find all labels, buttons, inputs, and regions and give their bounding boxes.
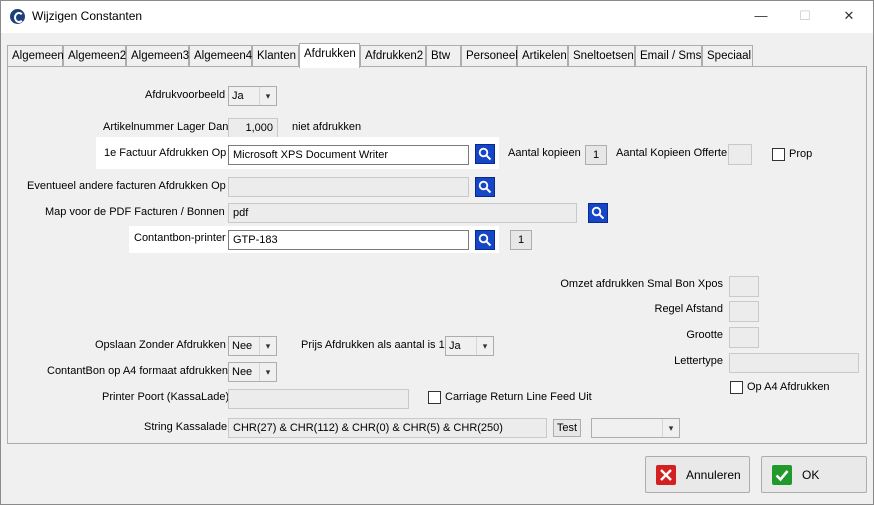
op-a4-checkbox[interactable] [730, 381, 743, 394]
search-icon [591, 206, 605, 220]
opslaan-label: Opslaan Zonder Afdrukken [95, 339, 226, 351]
artikelnummer-suffix: niet afdrukken [292, 121, 362, 133]
lettertype-label: Lettertype [674, 355, 723, 367]
artikelnummer-field[interactable]: 1,000 [228, 118, 278, 138]
grootte-field[interactable] [729, 327, 759, 348]
tab-algemeen[interactable]: Algemeen [7, 45, 64, 66]
regel-afstand-label: Regel Afstand [654, 303, 724, 315]
prijs-value: Ja [449, 340, 461, 352]
chevron-down-icon: ▾ [662, 419, 679, 437]
op-a4-label: Op A4 Afdrukken [747, 381, 830, 393]
tab-afdrukken[interactable]: Afdrukken [299, 43, 360, 68]
check-icon [772, 465, 792, 485]
andere-facturen-search-button[interactable] [475, 177, 495, 197]
contantbon-printer-field[interactable]: GTP-183 [228, 230, 469, 250]
contantbon-a4-select[interactable]: Nee ▾ [228, 362, 277, 382]
contantbon-printer-label: Contantbon-printer [134, 232, 226, 244]
tab-algemeen2[interactable]: Algemeen2 [63, 45, 126, 66]
search-icon [478, 233, 492, 247]
close-button[interactable]: ✕ [827, 1, 871, 31]
aantal-kopieen-label: Aantal kopieen [508, 147, 581, 159]
regel-afstand-field[interactable] [729, 301, 759, 322]
prijs-label: Prijs Afdrukken als aantal is 1 [301, 339, 445, 351]
artikelnummer-label: Artikelnummer Lager Dan [103, 121, 229, 133]
tab-klanten[interactable]: Klanten [252, 45, 299, 66]
tab-artikelen[interactable]: Artikelen [517, 45, 568, 66]
annuleren-label: Annuleren [686, 468, 741, 482]
tab-btw[interactable]: Btw [426, 45, 461, 66]
contantbon-a4-label: ContantBon op A4 formaat afdrukken [47, 365, 229, 377]
contantbon-count-field[interactable]: 1 [510, 230, 532, 250]
afdrukvoorbeeld-label: Afdrukvoorbeeld [145, 89, 226, 101]
tab-email-sms[interactable]: Email / Sms [635, 45, 702, 66]
aantal-kopieen-offerte-label: Aantal Kopieen Offerte [616, 147, 728, 159]
printer-poort-field[interactable] [228, 389, 409, 409]
contantbon-a4-value: Nee [232, 366, 253, 378]
pdf-map-label: Map voor de PDF Facturen / Bonnen [45, 206, 225, 218]
test-button[interactable]: Test [553, 419, 581, 437]
factuur-printer-field[interactable]: Microsoft XPS Document Writer [228, 145, 469, 165]
opslaan-select[interactable]: Nee ▾ [228, 336, 277, 356]
ok-button[interactable]: OK [761, 456, 867, 493]
string-kassalade-select[interactable]: ▾ [591, 418, 680, 438]
string-kassalade-field[interactable]: CHR(27) & CHR(112) & CHR(0) & CHR(5) & C… [228, 418, 547, 438]
tab-afdrukken2[interactable]: Afdrukken2 [360, 45, 426, 66]
afdrukvoorbeeld-select[interactable]: Ja ▾ [228, 86, 277, 106]
annuleren-button[interactable]: Annuleren [645, 456, 750, 493]
carriage-checkbox[interactable] [428, 391, 441, 404]
omzet-field[interactable] [729, 276, 759, 297]
prop-checkbox[interactable] [772, 148, 785, 161]
tab-sneltoetsen[interactable]: Sneltoetsen [568, 45, 635, 66]
chevron-down-icon: ▾ [259, 337, 276, 355]
carriage-label: Carriage Return Line Feed Uit [445, 391, 592, 403]
chevron-down-icon: ▾ [259, 87, 276, 105]
tab-speciaal[interactable]: Speciaal [702, 45, 753, 66]
omzet-label: Omzet afdrukken Smal Bon Xpos [560, 278, 723, 290]
cancel-x-icon [656, 465, 676, 485]
tab-personeel[interactable]: Personeel [461, 45, 518, 66]
contantbon-search-button[interactable] [475, 230, 495, 250]
app-logo-icon [10, 9, 25, 24]
search-icon [478, 147, 492, 161]
pdf-map-field[interactable]: pdf [228, 203, 577, 223]
printer-poort-label: Printer Poort (KassaLade) [102, 391, 230, 403]
prijs-select[interactable]: Ja ▾ [445, 336, 494, 356]
lettertype-field[interactable] [729, 353, 859, 373]
pdf-map-search-button[interactable] [588, 203, 608, 223]
afdrukvoorbeeld-value: Ja [232, 90, 244, 102]
prop-label: Prop [789, 148, 813, 160]
window-title: Wijzigen Constanten [32, 9, 143, 23]
search-icon [478, 180, 492, 194]
minimize-button[interactable]: — [739, 1, 783, 31]
tab-algemeen4[interactable]: Algemeen4 [189, 45, 252, 66]
ok-label: OK [802, 468, 820, 482]
string-kassalade-label: String Kassalade [144, 421, 228, 433]
factuur-label: 1e Factuur Afdrukken Op [104, 147, 227, 159]
factuur-search-button[interactable] [475, 144, 495, 164]
tab-algemeen3[interactable]: Algemeen3 [126, 45, 189, 66]
chevron-down-icon: ▾ [259, 363, 276, 381]
grootte-label: Grootte [686, 329, 723, 341]
aantal-kopieen-field[interactable]: 1 [585, 145, 607, 165]
dialog-window: Wijzigen Constanten — ☐ ✕ Algemeen Algem… [0, 0, 874, 505]
title-bar: Wijzigen Constanten — ☐ ✕ [1, 1, 873, 33]
aantal-kopieen-offerte-field[interactable] [728, 144, 752, 165]
andere-facturen-label: Eventueel andere facturen Afdrukken Op [27, 180, 226, 192]
maximize-button: ☐ [799, 8, 811, 23]
chevron-down-icon: ▾ [476, 337, 493, 355]
opslaan-value: Nee [232, 340, 253, 352]
andere-facturen-field[interactable] [228, 177, 469, 197]
tab-strip: Algemeen Algemeen2 Algemeen3 Algemeen4 K… [7, 43, 867, 68]
